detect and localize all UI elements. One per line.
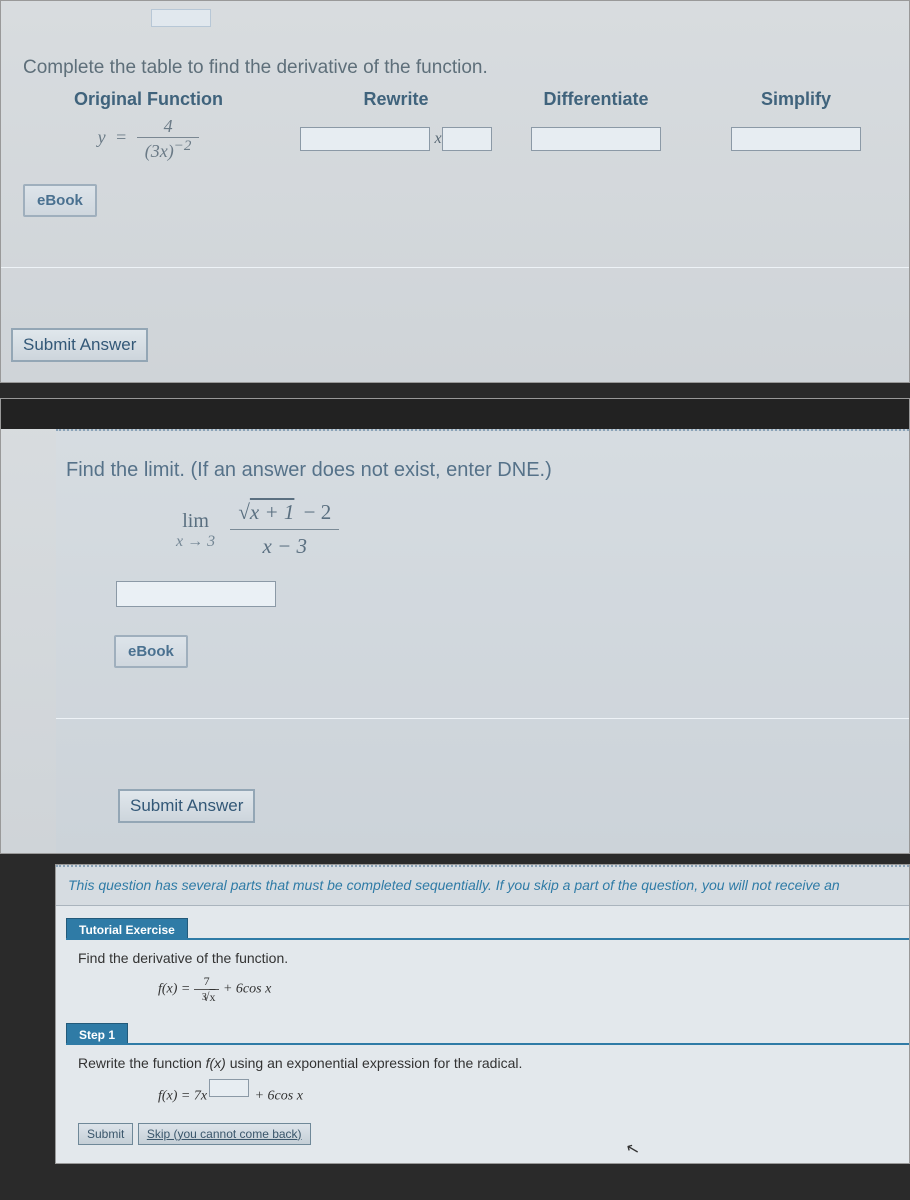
orig-den-exp: −2	[174, 138, 192, 154]
problem-2-panel: Find the limit. (If an answer does not e…	[0, 398, 910, 854]
step-tab-label: Step 1	[66, 1023, 128, 1045]
submit-step-button[interactable]: Submit	[78, 1123, 133, 1145]
lim-fraction: √x + 1 − 2 x − 3	[230, 498, 339, 563]
exponent-input[interactable]	[209, 1079, 249, 1097]
step-buttons: Submit Skip (you cannot come back)	[78, 1123, 899, 1145]
orig-den: (3x)−2	[137, 138, 200, 162]
orig-lhs: y	[98, 127, 106, 147]
tutorial-bar: Tutorial Exercise	[66, 918, 909, 940]
simplify-cell	[696, 127, 896, 151]
lim-operator: lim x → 3	[176, 510, 215, 551]
cuberoot-exp: 3	[202, 992, 207, 1003]
fx-tail: + 6cos x	[223, 982, 271, 997]
orig-num: 4	[137, 116, 200, 138]
table-data-row: y = 4 (3x)−2 x	[1, 116, 909, 162]
num-tail: − 2	[298, 500, 331, 524]
step-fx: f(x)	[206, 1055, 226, 1071]
skip-step-button[interactable]: Skip (you cannot come back)	[138, 1123, 311, 1145]
step-rewrite-expr: f(x) = 7x + 6cos x	[158, 1079, 899, 1105]
limit-answer-input[interactable]	[116, 581, 276, 607]
skip-label: Skip (you cannot come back)	[147, 1127, 302, 1141]
differentiate-cell	[496, 127, 696, 151]
step-instruction: Rewrite the function f(x) using an expon…	[78, 1055, 899, 1071]
problem1-instruction: Complete the table to find the derivativ…	[23, 57, 909, 79]
lim-word: lim	[176, 510, 215, 533]
differentiate-input[interactable]	[531, 127, 661, 151]
orig-den-base: (3x)	[145, 141, 174, 161]
lim-denominator: x − 3	[230, 530, 339, 563]
header-original: Original Function	[1, 89, 296, 110]
ebook-button[interactable]: eBook	[23, 184, 97, 217]
rewrite-tail: + 6cos x	[251, 1089, 303, 1104]
table-header-row: Original Function Rewrite Differentiate …	[1, 89, 909, 110]
orig-eq: =	[116, 127, 126, 147]
sqrt-inner: x + 1	[250, 500, 299, 524]
top-small-input[interactable]	[151, 9, 211, 27]
step-text-a: Rewrite the function	[78, 1055, 206, 1071]
rewrite-input[interactable]	[300, 127, 430, 151]
lim-numerator: √x + 1 − 2	[230, 498, 339, 530]
submit-answer-button-2[interactable]: Submit Answer	[118, 789, 255, 823]
problem2-instruction: Find the limit. (If an answer does not e…	[66, 459, 909, 482]
header-rewrite: Rewrite	[296, 89, 496, 110]
tutorial-instruction: Find the derivative of the function.	[78, 950, 899, 966]
header-simplify: Simplify	[696, 89, 896, 110]
sequential-warning: This question has several parts that mus…	[56, 865, 909, 906]
rewrite-xlabel: x	[434, 130, 441, 147]
submit-answer-button[interactable]: Submit Answer	[11, 328, 148, 362]
rewrite-exp-input[interactable]	[442, 127, 492, 151]
step-bar: Step 1	[66, 1023, 909, 1045]
sqrt-icon: √	[238, 500, 250, 524]
fx-num: 7	[194, 974, 220, 990]
tutorial-tab-label: Tutorial Exercise	[66, 918, 188, 940]
fx-den: 3√x	[194, 990, 220, 1005]
orig-fraction: 4 (3x)−2	[137, 116, 200, 162]
fx-fraction: 7 3√x	[194, 974, 220, 1005]
step-text-b: using an exponential expression for the …	[226, 1055, 523, 1071]
ebook-button-2[interactable]: eBook	[114, 635, 188, 668]
fx-rad: x	[209, 990, 215, 1004]
fx-label: f(x) =	[158, 982, 194, 997]
rewrite-cell: x	[296, 127, 496, 151]
limit-expression: lim x → 3 √x + 1 − 2 x − 3	[176, 498, 909, 563]
tutorial-function: f(x) = 7 3√x + 6cos x	[158, 974, 899, 1005]
simplify-input[interactable]	[731, 127, 861, 151]
rewrite-lhs: f(x) = 7x	[158, 1089, 207, 1104]
lim-approach: x → 3	[176, 533, 215, 551]
problem-3-panel: This question has several parts that mus…	[55, 864, 910, 1164]
problem-1-panel: Complete the table to find the derivativ…	[0, 0, 910, 383]
header-differentiate: Differentiate	[496, 89, 696, 110]
original-function-cell: y = 4 (3x)−2	[1, 116, 296, 162]
